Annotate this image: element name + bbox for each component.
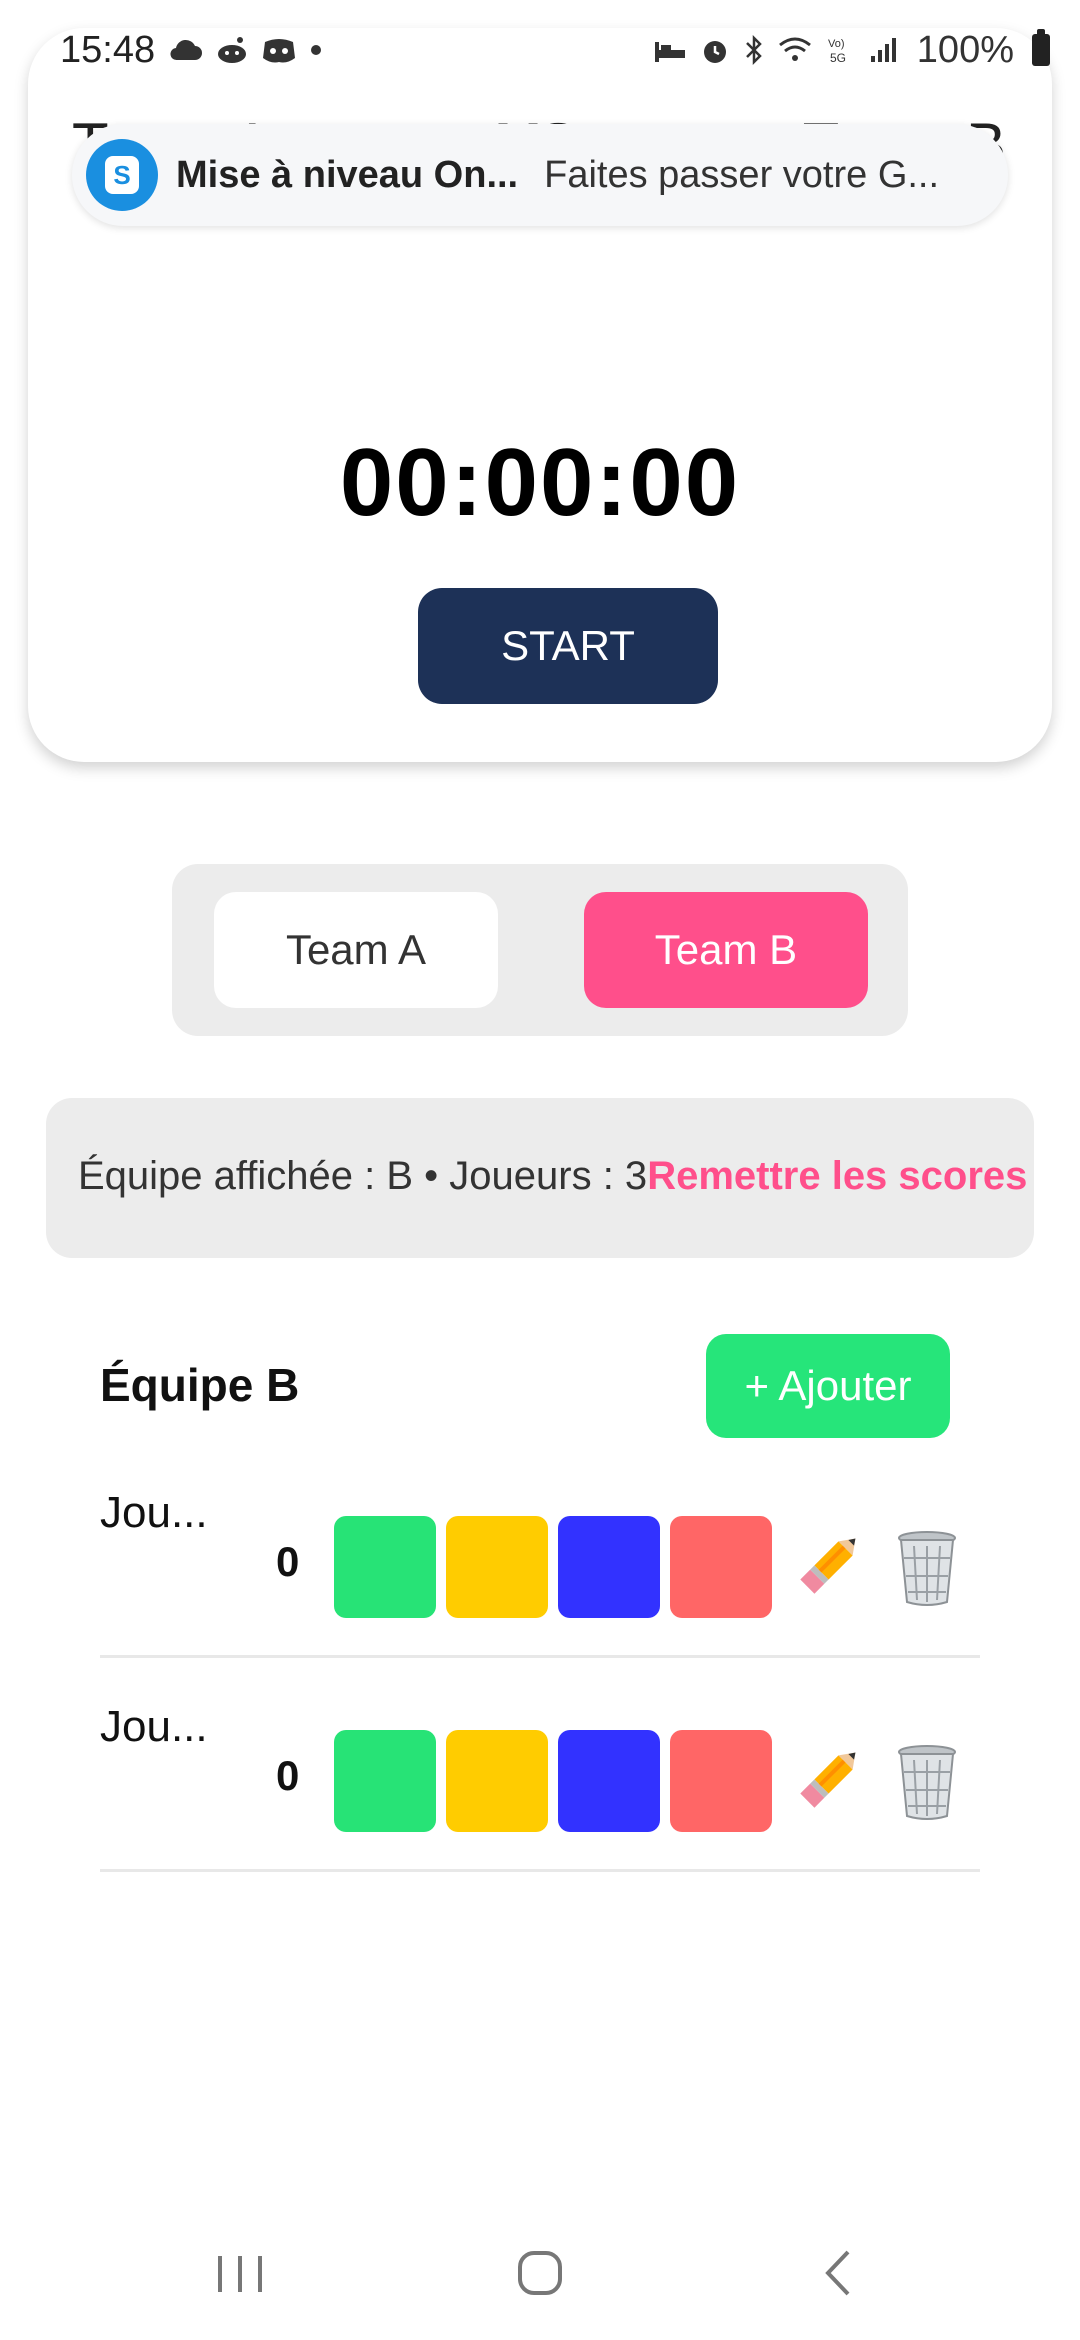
score-blue-button[interactable] (558, 1730, 660, 1832)
start-button[interactable]: START (418, 588, 718, 704)
pencil-icon[interactable] (790, 1524, 870, 1604)
info-text-line: Équipe affichée : B • Joueurs : 3Remettr… (78, 1154, 1027, 1199)
score-red-button[interactable] (670, 1516, 772, 1618)
reset-scores-link[interactable]: Remettre les scores (647, 1154, 1027, 1198)
home-icon[interactable] (500, 2238, 580, 2308)
volte-5g-icon: Vo)5G (828, 38, 846, 65)
team-toggle: Team A Team B (172, 864, 908, 1036)
notification-body: Faites passer votre G... (544, 153, 940, 196)
battery-percent: 100% (916, 28, 1014, 71)
svg-text:Vo): Vo) (828, 38, 845, 50)
player-name: Jou... (100, 1488, 208, 1537)
trash-icon[interactable] (894, 1528, 960, 1608)
sleep-icon (654, 42, 685, 62)
app-screen: Team A VS Team B 00:00:00 START 15:48 Vo… (0, 0, 1080, 2340)
reddit-icon (218, 37, 247, 63)
notification-title: Mise à niveau On... (176, 153, 519, 196)
toggle-team-b[interactable]: Team B (584, 892, 868, 1008)
team-section-title: Équipe B (100, 1359, 300, 1411)
score-blue-button[interactable] (558, 1516, 660, 1618)
pencil-icon[interactable] (790, 1738, 870, 1818)
player-score: 0 (276, 1538, 300, 1585)
score-green-button[interactable] (334, 1516, 436, 1618)
svg-text:5G: 5G (830, 51, 846, 65)
wifi-icon (778, 37, 811, 61)
info-bar: Équipe affichée : B • Joueurs : 3Remettr… (46, 1098, 1034, 1258)
info-status-text: Équipe affichée : B • Joueurs : 3 (78, 1154, 648, 1198)
status-time: 15:48 (60, 28, 156, 71)
system-nav-bar (0, 2220, 1080, 2320)
player-row: Jou... 0 (100, 1658, 980, 1872)
status-bar: 15:48 Vo) 5G 100% (60, 22, 1050, 78)
score-red-button[interactable] (670, 1730, 772, 1832)
player-row: Jou... 0 (100, 1444, 980, 1658)
alarm-icon (703, 41, 726, 63)
notification-banner[interactable]: S Mise à niveau On... Faites passer votr… (72, 124, 1008, 226)
player-name: Jou... (100, 1702, 208, 1751)
recent-apps-icon[interactable] (200, 2238, 280, 2308)
trash-icon[interactable] (894, 1742, 960, 1822)
discord-icon (263, 39, 296, 63)
toggle-team-a[interactable]: Team A (214, 892, 498, 1008)
signal-icon (870, 38, 896, 62)
dot-icon (311, 45, 322, 55)
score-yellow-button[interactable] (446, 1730, 548, 1832)
timer-display: 00:00:00 (339, 429, 741, 536)
score-green-button[interactable] (334, 1730, 436, 1832)
app-notification-icon: S (86, 139, 158, 211)
battery-icon (1032, 29, 1050, 66)
cloud-icon (170, 39, 203, 61)
back-icon[interactable] (800, 2238, 880, 2308)
bluetooth-icon (745, 34, 762, 66)
add-player-button[interactable]: + Ajouter (706, 1334, 950, 1438)
score-yellow-button[interactable] (446, 1516, 548, 1618)
player-score: 0 (276, 1752, 300, 1799)
